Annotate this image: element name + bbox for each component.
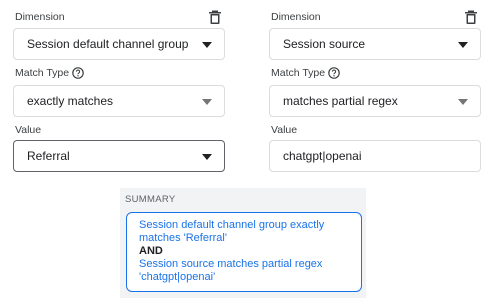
summary-condition-2: Session source matches partial regex 'ch… — [139, 258, 323, 283]
dimension-select[interactable]: Session default channel group — [13, 28, 225, 60]
match-type-select[interactable]: exactly matches — [13, 85, 225, 117]
match-type-label: Match Type — [15, 67, 84, 79]
match-type-label: Match Type — [271, 67, 340, 79]
value-label: Value — [271, 124, 298, 136]
caret-down-icon — [202, 42, 212, 48]
help-circle-icon[interactable] — [328, 67, 340, 79]
dimension-label: Dimension — [15, 11, 65, 23]
summary-panel: SUMMARY Session default channel group ex… — [120, 188, 366, 298]
caret-down-icon — [202, 154, 212, 160]
match-type-select[interactable]: matches partial regex — [269, 85, 481, 117]
value-select[interactable]: Referral — [13, 140, 225, 172]
caret-down-icon — [202, 99, 212, 105]
help-circle-icon[interactable] — [72, 67, 84, 79]
dimension-select[interactable]: Session source — [269, 28, 481, 60]
summary-condition-1: Session default channel group exactly ma… — [139, 219, 325, 244]
dimension-label: Dimension — [271, 11, 321, 23]
value-input[interactable]: chatgpt|openai — [269, 140, 481, 172]
value-label: Value — [15, 124, 42, 136]
trash-icon[interactable] — [465, 10, 477, 24]
summary-box: Session default channel group exactly ma… — [126, 212, 362, 292]
summary-conjunction: AND — [139, 245, 163, 257]
summary-heading: SUMMARY — [125, 194, 176, 205]
caret-down-icon — [458, 99, 468, 105]
caret-down-icon — [458, 42, 468, 48]
trash-icon[interactable] — [209, 10, 221, 24]
